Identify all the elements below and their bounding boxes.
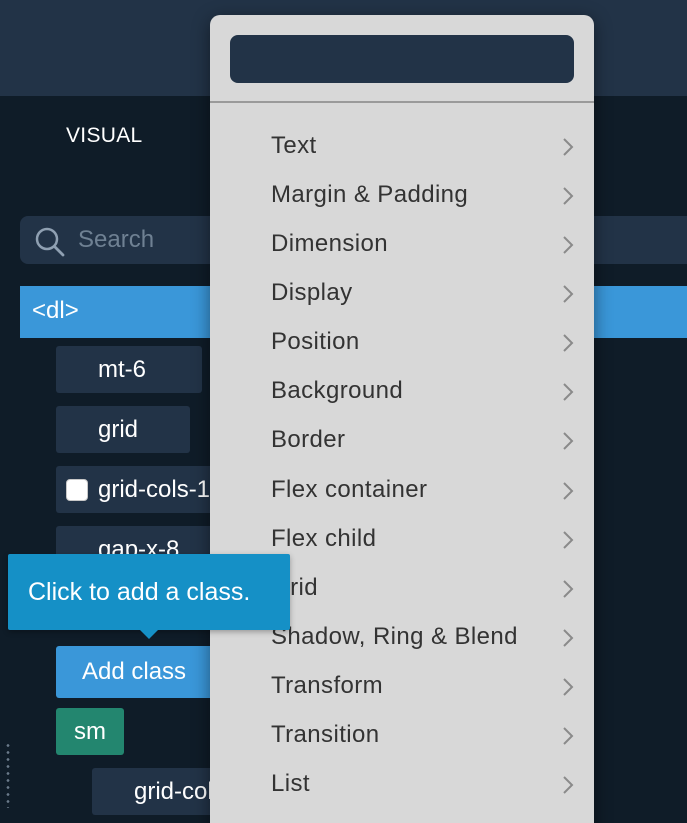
chevron-right-icon [563, 629, 574, 647]
class-chip[interactable]: grid-cols-1 [56, 466, 216, 513]
menu-item-label: Transition [271, 721, 380, 748]
chevron-right-icon [563, 580, 574, 598]
chevron-right-icon [563, 383, 574, 401]
menu-item-label: Dimension [271, 230, 388, 257]
menu-item-label: Margin & Padding [271, 181, 469, 208]
menu-item-label: Border [271, 426, 346, 453]
add-class-button[interactable]: Add class [56, 646, 216, 698]
chevron-right-icon [563, 138, 574, 156]
menu-item-label: Flex child [271, 525, 377, 552]
menu-item-label: Display [271, 279, 353, 306]
menu-item-label: Text [271, 132, 317, 159]
chevron-right-icon [563, 482, 574, 500]
menu-item-background[interactable]: Background [210, 368, 594, 414]
menu-item-display[interactable]: Display [210, 270, 594, 316]
tab-visual[interactable]: VISUAL [66, 124, 143, 148]
class-chip[interactable]: grid [56, 406, 190, 453]
tooltip: Click to add a class. [8, 554, 290, 639]
class-chip-label: grid-cols-2 [134, 778, 216, 805]
search-icon [35, 227, 65, 257]
menu-item-transition[interactable]: Transition [210, 712, 594, 758]
menu-item-dimension[interactable]: Dimension [210, 221, 594, 267]
class-checkbox[interactable] [66, 479, 88, 501]
chevron-right-icon [563, 334, 574, 352]
class-category-menu: Text Margin & Padding Dimension Display … [210, 15, 594, 823]
menu-search-input[interactable] [230, 35, 574, 83]
chevron-right-icon [563, 727, 574, 745]
menu-item-position[interactable]: Position [210, 319, 594, 365]
menu-item-list[interactable]: List [210, 761, 594, 807]
menu-item-label: Transform [271, 672, 384, 699]
menu-item-label: Background [271, 377, 404, 404]
menu-item-label: Flex container [271, 476, 428, 503]
drag-handle[interactable] [6, 742, 10, 808]
menu-item-flex-container[interactable]: Flex container [210, 467, 594, 513]
class-chip-label: mt-6 [98, 356, 146, 383]
menu-item-label: Shadow, Ring & Blend [271, 623, 518, 650]
breakpoint-badge[interactable]: sm [56, 708, 124, 755]
class-chip[interactable]: grid-cols-2 [92, 768, 216, 815]
chevron-right-icon [563, 285, 574, 303]
chevron-right-icon [563, 236, 574, 254]
menu-item-border[interactable]: Border [210, 417, 594, 463]
menu-item-label: Position [271, 328, 360, 355]
menu-divider [210, 101, 594, 103]
menu-item-text[interactable]: Text [210, 123, 594, 169]
chevron-right-icon [563, 187, 574, 205]
chevron-right-icon [563, 776, 574, 794]
element-tag: <dl> [32, 297, 79, 324]
menu-item-label: List [271, 770, 310, 797]
menu-item-transform[interactable]: Transform [210, 663, 594, 709]
chevron-right-icon [563, 432, 574, 450]
chevron-right-icon [563, 531, 574, 549]
class-chip[interactable]: mt-6 [56, 346, 202, 393]
class-chip-label: grid-cols-1 [98, 476, 211, 503]
class-chip-label: grid [98, 416, 139, 443]
search-placeholder: Search [78, 226, 155, 253]
menu-item-margin-padding[interactable]: Margin & Padding [210, 172, 594, 218]
chevron-right-icon [563, 678, 574, 696]
